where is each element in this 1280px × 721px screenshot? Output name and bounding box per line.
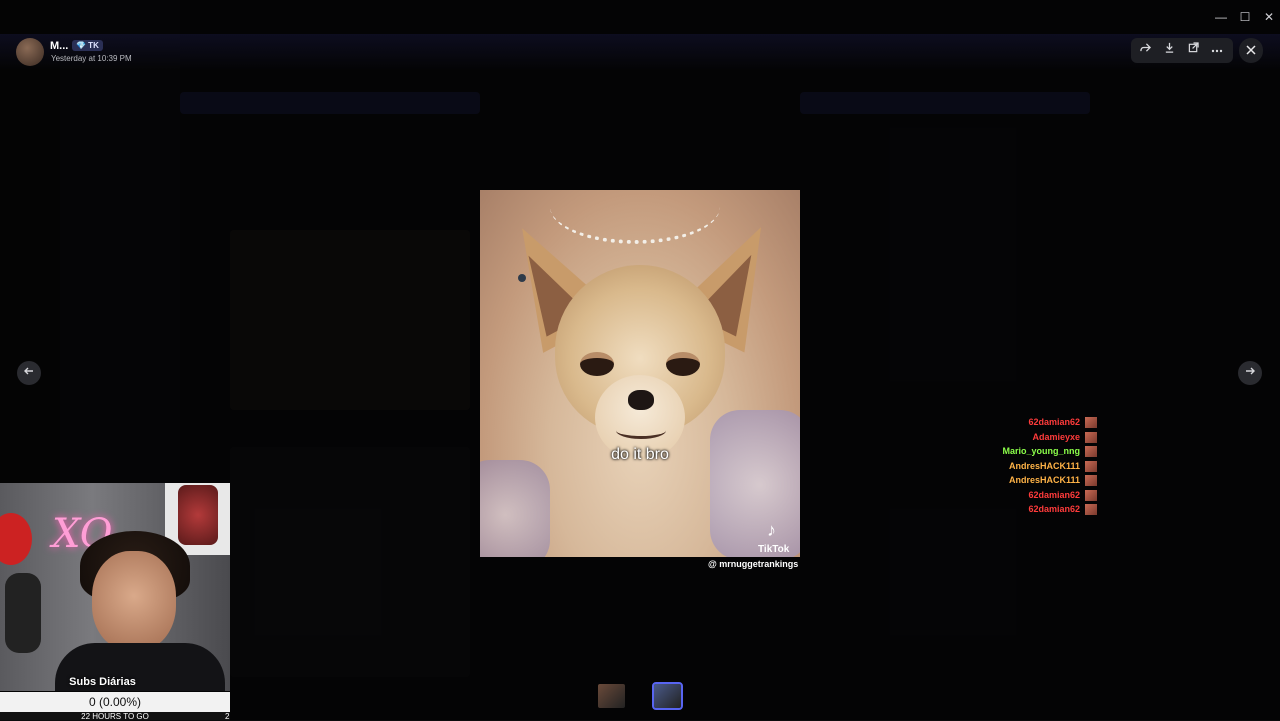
next-arrow-icon[interactable]	[1238, 361, 1262, 385]
dog-nose	[628, 390, 654, 410]
media-image[interactable]: do it bro ♪ TikTok	[480, 190, 800, 557]
video-caption: do it bro	[611, 446, 669, 463]
chat-avatar	[1085, 417, 1097, 428]
hours-to-go: 22 HOURS TO GO	[0, 712, 230, 720]
minimize-button[interactable]: —	[1214, 10, 1228, 24]
chat-username: 62damian62	[1028, 504, 1080, 514]
fly-on-ear	[518, 274, 526, 282]
dress-fabric-2	[480, 460, 550, 557]
author-avatar[interactable]	[16, 38, 44, 66]
maximize-button[interactable]: ☐	[1238, 10, 1252, 24]
dog-eye-right	[666, 352, 700, 376]
chat-username: Mario_young_nng	[1002, 446, 1080, 456]
chat-avatar	[1085, 431, 1097, 443]
subs-progress-bar: 0 (0.00%)	[0, 692, 230, 712]
webcam-feed: XO	[0, 483, 230, 691]
dog-eye-left	[580, 352, 614, 376]
download-icon[interactable]	[1157, 38, 1181, 63]
streamer-face	[92, 551, 176, 651]
chat-avatar	[1085, 460, 1097, 472]
close-icon[interactable]	[1239, 38, 1263, 63]
message-timestamp: Yesterday at 10:39 PM	[51, 54, 132, 63]
viewer-header	[0, 34, 1280, 70]
chat-username: 62damian62	[1028, 489, 1080, 500]
previous-arrow-icon[interactable]	[17, 361, 41, 385]
chat-username: 62damian62	[1028, 417, 1080, 427]
author-name[interactable]: M...	[50, 40, 68, 52]
viewer-toolbar	[1131, 38, 1233, 63]
window-titlebar: — ☐ ✕	[0, 0, 1280, 30]
window-close-button[interactable]: ✕	[1262, 10, 1276, 24]
open-external-icon[interactable]	[1181, 38, 1205, 63]
chat-username: AndresHACK111	[1008, 475, 1080, 485]
webcam-figure	[178, 485, 218, 545]
chat-username: AndresHACK111	[1008, 460, 1080, 471]
tiktok-handle: @ mrnuggetrankings	[708, 559, 799, 569]
chat-avatar	[1085, 489, 1097, 501]
more-icon[interactable]	[1205, 38, 1229, 63]
thumbnail-2[interactable]	[652, 682, 683, 710]
microphone	[5, 573, 41, 653]
subs-title: Subs Diárias	[69, 676, 136, 688]
chat-username: Adamieyxe	[1032, 431, 1080, 442]
subs-progress-text: 0 (0.00%)	[88, 695, 142, 709]
chat-avatar	[1085, 504, 1097, 515]
share-forward-icon[interactable]	[1133, 38, 1157, 63]
dog-mouth	[616, 422, 666, 439]
chat-avatar	[1085, 446, 1097, 457]
chat-avatar	[1085, 475, 1097, 486]
tiktok-label: TikTok	[758, 544, 790, 555]
tiktok-icon: ♪	[767, 520, 776, 540]
dress-fabric	[710, 410, 800, 557]
thumbnail-1[interactable]	[598, 684, 625, 708]
author-badge: 💎 TK	[72, 40, 103, 51]
